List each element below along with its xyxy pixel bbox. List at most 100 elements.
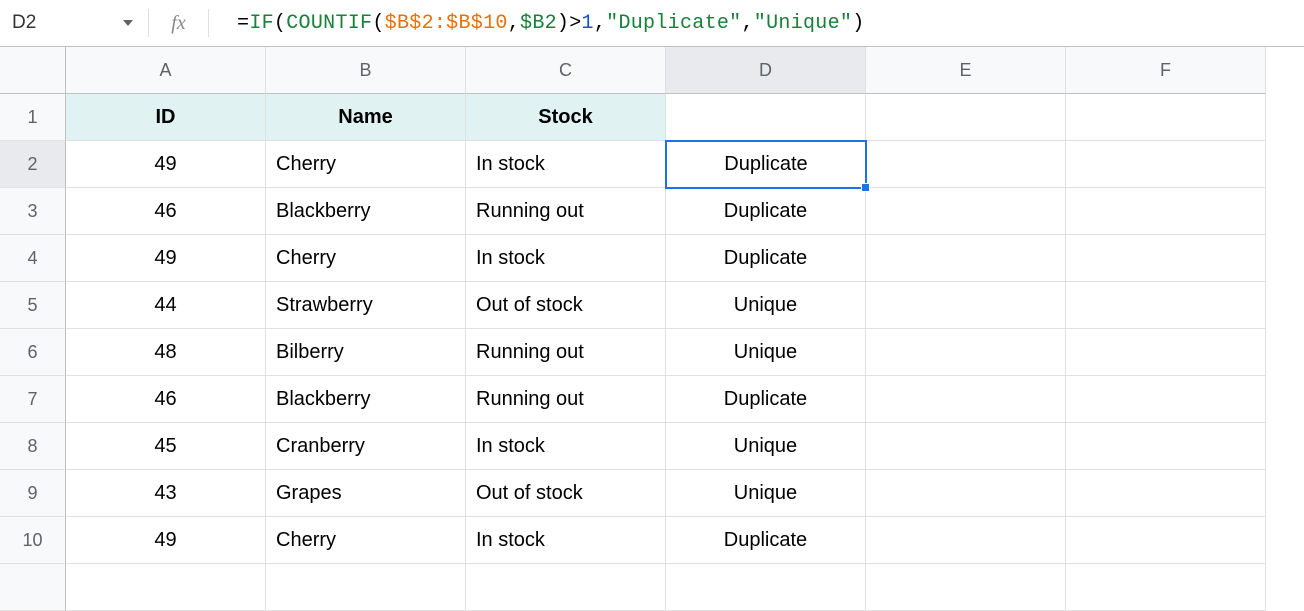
cell-B6[interactable]: Bilberry bbox=[266, 329, 466, 376]
cell-E1[interactable] bbox=[866, 94, 1066, 141]
cell-B8[interactable]: Cranberry bbox=[266, 423, 466, 470]
row-header-4[interactable]: 4 bbox=[0, 235, 66, 282]
row-header-1[interactable]: 1 bbox=[0, 94, 66, 141]
formula-range: $B$2:$B$10 bbox=[385, 12, 508, 35]
cell-D5[interactable]: Unique bbox=[666, 282, 866, 329]
cell-A2[interactable]: 49 bbox=[66, 141, 266, 188]
cell-C4[interactable]: In stock bbox=[466, 235, 666, 282]
cell-E5[interactable] bbox=[866, 282, 1066, 329]
cell-F1[interactable] bbox=[1066, 94, 1266, 141]
cell-F11[interactable] bbox=[1066, 564, 1266, 611]
cell-E11[interactable] bbox=[866, 564, 1066, 611]
cell-F5[interactable] bbox=[1066, 282, 1266, 329]
cell-F9[interactable] bbox=[1066, 470, 1266, 517]
row-header-7[interactable]: 7 bbox=[0, 376, 66, 423]
cell-D8[interactable]: Unique bbox=[666, 423, 866, 470]
cell-C5[interactable]: Out of stock bbox=[466, 282, 666, 329]
cell-B2[interactable]: Cherry bbox=[266, 141, 466, 188]
column-header-c[interactable]: C bbox=[466, 47, 666, 94]
cell-D7[interactable]: Duplicate bbox=[666, 376, 866, 423]
cell-E2[interactable] bbox=[866, 141, 1066, 188]
fill-handle[interactable] bbox=[861, 183, 870, 192]
name-box-dropdown-icon[interactable] bbox=[108, 0, 148, 46]
cell-C7[interactable]: Running out bbox=[466, 376, 666, 423]
formula-input[interactable]: =IF(COUNTIF($B$2:$B$10,$B2)>1,"Duplicate… bbox=[237, 0, 1304, 46]
cell-E9[interactable] bbox=[866, 470, 1066, 517]
select-all-corner[interactable] bbox=[0, 47, 66, 94]
row-header-5[interactable]: 5 bbox=[0, 282, 66, 329]
cell-D10[interactable]: Duplicate bbox=[666, 517, 866, 564]
cell-A11[interactable] bbox=[66, 564, 266, 611]
cell-E10[interactable] bbox=[866, 517, 1066, 564]
cell-A6[interactable]: 48 bbox=[66, 329, 266, 376]
cell-B9[interactable]: Grapes bbox=[266, 470, 466, 517]
cell-F10[interactable] bbox=[1066, 517, 1266, 564]
row-header-3[interactable]: 3 bbox=[0, 188, 66, 235]
formula-comma: , bbox=[594, 12, 606, 35]
cell-C8[interactable]: In stock bbox=[466, 423, 666, 470]
cell-B11[interactable] bbox=[266, 564, 466, 611]
cell-E4[interactable] bbox=[866, 235, 1066, 282]
cell-C6[interactable]: Running out bbox=[466, 329, 666, 376]
cell-D3[interactable]: Duplicate bbox=[666, 188, 866, 235]
cell-D4[interactable]: Duplicate bbox=[666, 235, 866, 282]
cell-F4[interactable] bbox=[1066, 235, 1266, 282]
cell-C9[interactable]: Out of stock bbox=[466, 470, 666, 517]
formula-string: "Unique" bbox=[754, 12, 852, 35]
row-header-6[interactable]: 6 bbox=[0, 329, 66, 376]
cell-D6[interactable]: Unique bbox=[666, 329, 866, 376]
cell-C3[interactable]: Running out bbox=[466, 188, 666, 235]
formula-fn-if: IF bbox=[249, 12, 274, 35]
cell-F8[interactable] bbox=[1066, 423, 1266, 470]
name-box[interactable]: D2 bbox=[0, 0, 108, 46]
cell-D9[interactable]: Unique bbox=[666, 470, 866, 517]
cell-C1[interactable]: Stock bbox=[466, 94, 666, 141]
cell-C10[interactable]: In stock bbox=[466, 517, 666, 564]
spreadsheet-grid[interactable]: ABCDEF1IDNameStock249CherryIn stockDupli… bbox=[0, 47, 1304, 611]
cell-A9[interactable]: 43 bbox=[66, 470, 266, 517]
formula-paren: ( bbox=[274, 12, 286, 35]
cell-F2[interactable] bbox=[1066, 141, 1266, 188]
cell-F7[interactable] bbox=[1066, 376, 1266, 423]
fx-icon: fx bbox=[148, 9, 208, 37]
cell-E3[interactable] bbox=[866, 188, 1066, 235]
cell-B7[interactable]: Blackberry bbox=[266, 376, 466, 423]
cell-A7[interactable]: 46 bbox=[66, 376, 266, 423]
row-header-2[interactable]: 2 bbox=[0, 141, 66, 188]
cell-C11[interactable] bbox=[466, 564, 666, 611]
formula-paren: ) bbox=[852, 12, 864, 35]
cell-B5[interactable]: Strawberry bbox=[266, 282, 466, 329]
row-header-10[interactable]: 10 bbox=[0, 517, 66, 564]
cell-D1[interactable] bbox=[666, 94, 866, 141]
cell-F6[interactable] bbox=[1066, 329, 1266, 376]
cell-D2[interactable]: Duplicate bbox=[665, 140, 867, 189]
formula-string: "Duplicate" bbox=[606, 12, 741, 35]
fx-divider bbox=[208, 9, 209, 37]
formula-comma: , bbox=[508, 12, 520, 35]
column-header-f[interactable]: F bbox=[1066, 47, 1266, 94]
row-header-9[interactable]: 9 bbox=[0, 470, 66, 517]
cell-E8[interactable] bbox=[866, 423, 1066, 470]
column-header-d[interactable]: D bbox=[666, 47, 866, 94]
cell-A1[interactable]: ID bbox=[66, 94, 266, 141]
formula-prefix: = bbox=[237, 12, 249, 35]
cell-B3[interactable]: Blackberry bbox=[266, 188, 466, 235]
cell-A8[interactable]: 45 bbox=[66, 423, 266, 470]
cell-B4[interactable]: Cherry bbox=[266, 235, 466, 282]
cell-F3[interactable] bbox=[1066, 188, 1266, 235]
cell-C2[interactable]: In stock bbox=[466, 141, 666, 188]
row-header-8[interactable]: 8 bbox=[0, 423, 66, 470]
column-header-e[interactable]: E bbox=[866, 47, 1066, 94]
cell-D11[interactable] bbox=[666, 564, 866, 611]
column-header-a[interactable]: A bbox=[66, 47, 266, 94]
cell-E7[interactable] bbox=[866, 376, 1066, 423]
cell-A3[interactable]: 46 bbox=[66, 188, 266, 235]
cell-B10[interactable]: Cherry bbox=[266, 517, 466, 564]
cell-B1[interactable]: Name bbox=[266, 94, 466, 141]
cell-E6[interactable] bbox=[866, 329, 1066, 376]
cell-A4[interactable]: 49 bbox=[66, 235, 266, 282]
column-header-b[interactable]: B bbox=[266, 47, 466, 94]
cell-A5[interactable]: 44 bbox=[66, 282, 266, 329]
cell-A10[interactable]: 49 bbox=[66, 517, 266, 564]
row-header-11[interactable] bbox=[0, 564, 66, 611]
